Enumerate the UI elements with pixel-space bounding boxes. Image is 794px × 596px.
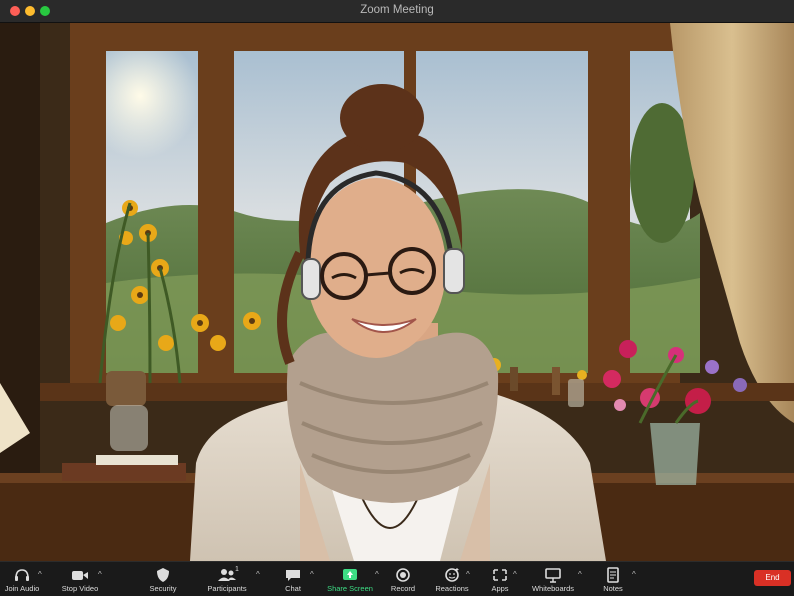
stop-video-label: Stop Video (61, 584, 99, 593)
whiteboards-options-caret[interactable]: ^ (578, 570, 582, 579)
participants-icon (218, 569, 236, 581)
reactions-button[interactable]: Reactions (432, 562, 472, 596)
apps-button[interactable]: Apps (484, 562, 516, 596)
notes-icon (607, 567, 619, 583)
audio-options-caret[interactable]: ^ (38, 570, 42, 579)
join-audio-label: Join Audio (4, 584, 40, 593)
security-button[interactable]: Security (143, 562, 183, 596)
window-title: Zoom Meeting (360, 4, 434, 16)
participants-count-badge: 1 (235, 566, 239, 573)
reactions-options-caret[interactable]: ^ (466, 570, 470, 579)
video-camera-icon (72, 571, 88, 580)
end-meeting-button[interactable]: End (754, 570, 791, 586)
reactions-icon (445, 568, 459, 582)
record-icon (396, 568, 410, 582)
video-options-caret[interactable]: ^ (98, 570, 102, 579)
headphones-icon (15, 569, 29, 581)
join-audio-button[interactable]: Join Audio (0, 562, 44, 596)
window-titlebar: Zoom Meeting (0, 0, 794, 23)
apps-label: Apps (491, 584, 509, 593)
stop-video-button[interactable]: Stop Video (58, 562, 102, 596)
chat-label: Chat (285, 584, 301, 593)
notes-options-caret[interactable]: ^ (632, 570, 636, 579)
shield-icon (157, 568, 169, 582)
share-options-caret[interactable]: ^ (375, 570, 379, 579)
reactions-label: Reactions (435, 584, 469, 593)
security-label: Security (149, 584, 177, 593)
participants-label: Participants (207, 584, 247, 593)
chat-button[interactable]: Chat (276, 562, 310, 596)
participant-video-image (0, 23, 794, 561)
share-screen-label: Share Screen (327, 584, 373, 593)
video-feed (0, 23, 794, 561)
whiteboards-label: Whiteboards (531, 584, 575, 593)
apps-options-caret[interactable]: ^ (513, 570, 517, 579)
whiteboard-icon (545, 568, 561, 583)
record-button[interactable]: Record (386, 562, 420, 596)
participants-button[interactable]: Participants (204, 562, 250, 596)
participants-options-caret[interactable]: ^ (256, 570, 260, 579)
notes-label: Notes (603, 584, 623, 593)
apps-icon (493, 569, 507, 581)
share-screen-button[interactable]: Share Screen (324, 562, 376, 596)
chat-options-caret[interactable]: ^ (310, 570, 314, 579)
meeting-toolbar: Join Audio ^ Stop Video ^ Security Parti… (0, 561, 794, 596)
record-label: Record (390, 584, 416, 593)
notes-button[interactable]: Notes (596, 562, 630, 596)
share-screen-icon (343, 569, 357, 580)
chat-bubble-icon (286, 570, 300, 581)
whiteboards-button[interactable]: Whiteboards (528, 562, 578, 596)
